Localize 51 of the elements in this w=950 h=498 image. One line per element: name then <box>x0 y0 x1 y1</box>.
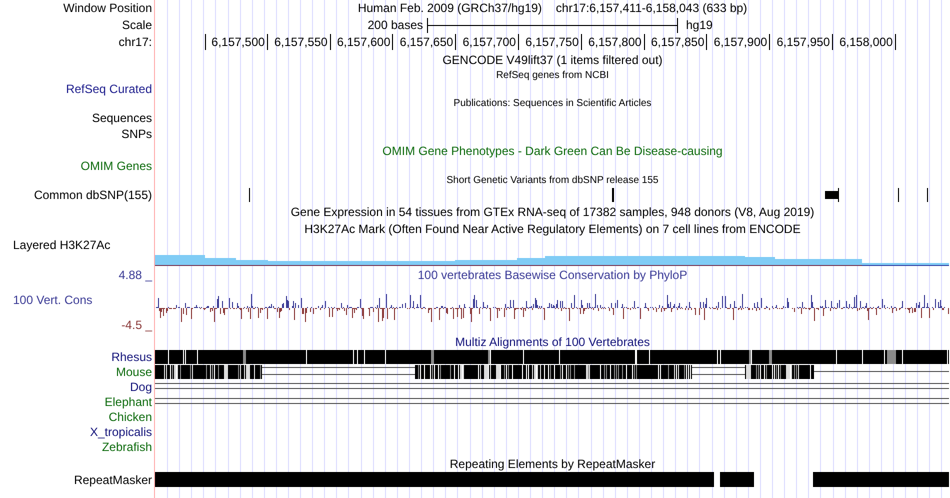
track-label: Elephant <box>104 395 152 410</box>
track-label: Dog <box>130 380 152 395</box>
axis-max-label: 4.88 _ <box>118 268 152 282</box>
ruler-tick: 6,157,750 <box>518 34 582 50</box>
ruler-tick: 6,157,500 <box>205 34 268 50</box>
track-title: Publications: Sequences in Scientific Articles <box>454 96 652 110</box>
track-title: RefSeq genes from NCBI <box>496 68 609 82</box>
track-label: 100 Vert. Cons <box>12 293 92 307</box>
variant-mark <box>249 188 250 202</box>
track-label: Zebrafish <box>102 440 152 455</box>
track-label: Window Position <box>63 0 152 16</box>
ruler-tick: 6,157,650 <box>393 34 456 50</box>
track-label: X_tropicalis <box>90 425 152 440</box>
genome-assembly: Human Feb. 2009 (GRCh37/hg19) <box>358 0 542 17</box>
scale-length: 200 bases <box>366 17 424 34</box>
track-label: RefSeq Curated <box>66 81 152 97</box>
ruler-tick: 6,157,850 <box>644 34 708 50</box>
assembly-name: hg19 <box>685 17 713 34</box>
track-label: RepeatMasker <box>74 472 152 488</box>
track-title: Gene Expression in 54 tissues from GTEx RNA-seq of 17382 samples, 948 donors (V8, Aug 2019) <box>290 204 814 220</box>
ruler-tick: 6,157,800 <box>582 34 645 50</box>
track-label: Chicken <box>108 410 152 425</box>
track-label: Mouse <box>116 365 152 380</box>
ruler-tick: 6,157,950 <box>770 34 833 50</box>
track-label: Scale <box>122 16 152 32</box>
ruler-tick: 6,157,700 <box>456 34 519 50</box>
track-label: Common dbSNP(155) <box>34 187 152 203</box>
variant-mark <box>927 188 928 202</box>
track-label: chr17: <box>118 34 152 50</box>
ruler-tick: 6,157,600 <box>330 34 394 50</box>
repeat-block <box>720 472 754 487</box>
track-label: Rhesus <box>111 350 152 365</box>
track-title: GENCODE V49lift37 (1 items filtered out) <box>442 52 663 68</box>
genomic-range: chr17:6,157,411-6,158,043 (633 bp) <box>556 0 748 17</box>
ruler-tick: 6,157,900 <box>707 34 770 50</box>
variant-mark <box>825 188 839 202</box>
track-title: 100 vertebrates Basewise Conservation by PhyloP <box>418 267 688 283</box>
ruler-tick: 6,158,000 <box>832 34 896 50</box>
track-label: Sequences <box>92 110 152 126</box>
ruler-tick: 6,157,550 <box>268 34 331 50</box>
track-title: Multiz Alignments of 100 Vertebrates <box>455 334 650 350</box>
variant-mark <box>898 188 899 202</box>
axis-min-label: -4.5 _ <box>121 318 152 332</box>
track-title: Repeating Elements by RepeatMasker <box>450 456 656 472</box>
track-title: Short Genetic Variants from dbSNP release 155 <box>446 174 658 188</box>
track-title: H3K27Ac Mark (Often Found Near Active Regulatory Elements) on 7 cell lines from ENCODE <box>304 220 801 238</box>
track-label: Layered H3K27Ac <box>13 238 110 252</box>
track-label: OMIM Genes <box>80 158 152 174</box>
track-title: OMIM Gene Phenotypes - Dark Green Can Be Disease-causing <box>382 142 723 160</box>
variant-mark <box>612 188 614 202</box>
track-label: SNPs <box>121 126 152 142</box>
